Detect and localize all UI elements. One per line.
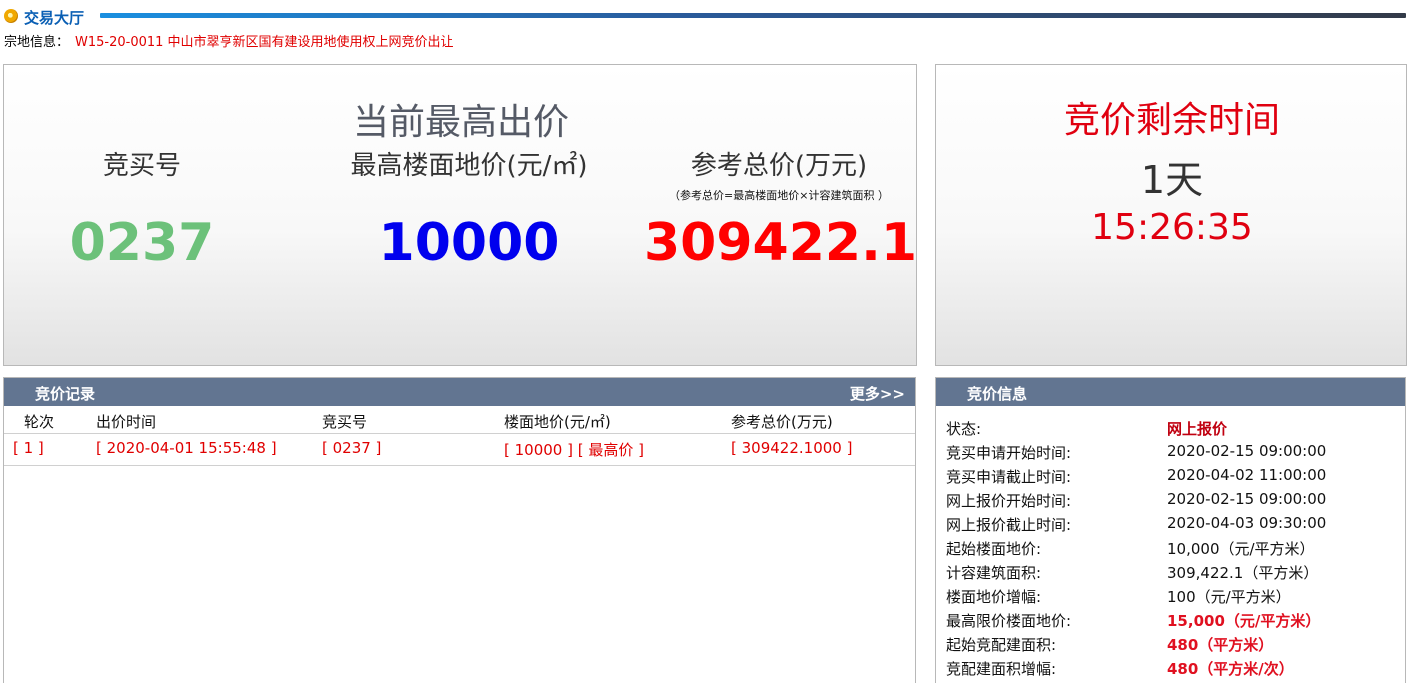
info-value: 309,422.1（平方米） [1167,564,1319,582]
info-label: 网上报价开始时间: [946,492,1072,510]
total-price-value: 309422.1 [644,213,918,273]
bid-records-header: 竞价记录 更多>> [4,378,915,406]
cell-round: [ 1 ] [13,439,44,457]
info-label: 起始楼面地价: [946,540,1042,558]
bidder-number: 0237 [69,213,215,273]
bid-info-list: 状态: 网上报价 竞买申请开始时间: 2020-02-15 09:00:00 竞… [936,418,1405,682]
col-time: 出价时间 [96,413,157,431]
bid-info-header: 竞价信息 [936,378,1405,406]
current-bid-panel: 当前最高出价 竞买号 最高楼面地价(元/㎡) 参考总价(万元) （参考总价=最高… [3,64,917,366]
info-label: 最高限价楼面地价: [946,612,1072,630]
parcel-label: 宗地信息： [4,35,70,50]
countdown-heading: 竞价剩余时间 [1063,100,1280,141]
info-row-start-area: 起始竞配建面积: 480（平方米） [936,634,1405,658]
col-total-price: 参考总价(万元) [731,413,833,431]
info-label: 网上报价截止时间: [946,516,1072,534]
header-divider [100,13,1406,18]
info-row-start-price: 起始楼面地价: 10,000（元/平方米） [936,538,1405,562]
info-label: 楼面地价增幅: [946,588,1042,606]
cell-time: [ 2020-04-01 15:55:48 ] [96,439,277,457]
coin-icon [4,9,18,23]
countdown-clock: 15:26:35 [1091,207,1253,248]
table-row: [ 1 ] [ 2020-04-01 15:55:48 ] [ 0237 ] [… [4,434,915,466]
parcel-value[interactable]: W15-20-0011 中山市翠亨新区国有建设用地使用权上网竞价出让 [75,35,454,50]
cell-bidder: [ 0237 ] [322,439,382,457]
col-round: 轮次 [24,413,55,431]
table-header: 轮次 出价时间 竞买号 楼面地价(元/㎡) 参考总价(万元) [4,406,915,434]
countdown-panel: 竞价剩余时间 1天 15:26:35 [935,64,1407,366]
info-row-increment: 楼面地价增幅: 100（元/平方米） [936,586,1405,610]
floor-price-label: 最高楼面地价(元/㎡) [350,151,588,181]
info-row-quote-end: 网上报价截止时间: 2020-04-03 09:30:00 [936,514,1405,538]
info-value: 15,000（元/平方米） [1167,612,1321,630]
cell-floor-price: [ 10000 ] [ 最高价 ] [504,441,644,459]
floor-price-value: 10000 [378,213,560,273]
bid-info-panel: 竞价信息 状态: 网上报价 竞买申请开始时间: 2020-02-15 09:00… [935,377,1406,683]
bid-info-title: 竞价信息 [967,385,1028,403]
page-title: 交易大厅 [24,9,85,27]
info-value: 10,000（元/平方米） [1167,540,1315,558]
info-row-floor-area: 计容建筑面积: 309,422.1（平方米） [936,562,1405,586]
info-value: 100（元/平方米） [1167,588,1291,606]
col-floor-price: 楼面地价(元/㎡) [504,413,611,431]
more-link[interactable]: 更多>> [850,383,905,404]
info-value: 480（平方米/次） [1167,660,1294,678]
info-label: 起始竞配建面积: [946,636,1057,654]
parcel-info: 宗地信息： W15-20-0011 中山市翠亨新区国有建设用地使用权上网竞价出让 [4,31,454,50]
bid-records-title: 竞价记录 [35,385,96,403]
bidder-label: 竞买号 [102,151,181,181]
info-row-quote-start: 网上报价开始时间: 2020-02-15 09:00:00 [936,490,1405,514]
info-value: 2020-04-03 09:30:00 [1167,514,1327,532]
info-row-apply-start: 竞买申请开始时间: 2020-02-15 09:00:00 [936,442,1405,466]
info-row-area-increment: 竞配建面积增幅: 480（平方米/次） [936,658,1405,682]
info-label: 竞买申请开始时间: [946,444,1072,462]
info-label: 状态: [946,420,982,438]
info-row-status: 状态: 网上报价 [936,418,1405,442]
info-value: 2020-04-02 11:00:00 [1167,466,1327,484]
info-value: 480（平方米） [1167,636,1274,654]
total-price-note: （参考总价=最高楼面地价×计容建筑面积 ） [669,189,889,202]
total-price-label: 参考总价(万元) [690,151,868,181]
info-value: 网上报价 [1167,420,1228,438]
info-row-max-price: 最高限价楼面地价: 15,000（元/平方米） [936,610,1405,634]
info-value: 2020-02-15 09:00:00 [1167,490,1327,508]
page-header: 交易大厅 [0,0,1410,30]
info-value: 2020-02-15 09:00:00 [1167,442,1327,460]
bid-records-panel: 竞价记录 更多>> 轮次 出价时间 竞买号 楼面地价(元/㎡) 参考总价(万元)… [3,377,916,683]
info-row-apply-end: 竞买申请截止时间: 2020-04-02 11:00:00 [936,466,1405,490]
current-bid-heading: 当前最高出价 [352,102,569,143]
cell-total-price: [ 309422.1000 ] [731,439,853,457]
info-label: 计容建筑面积: [946,564,1042,582]
info-label: 竞买申请截止时间: [946,468,1072,486]
info-label: 竞配建面积增幅: [946,660,1057,678]
countdown-days: 1天 [1140,158,1204,202]
col-bidder: 竞买号 [322,413,368,431]
